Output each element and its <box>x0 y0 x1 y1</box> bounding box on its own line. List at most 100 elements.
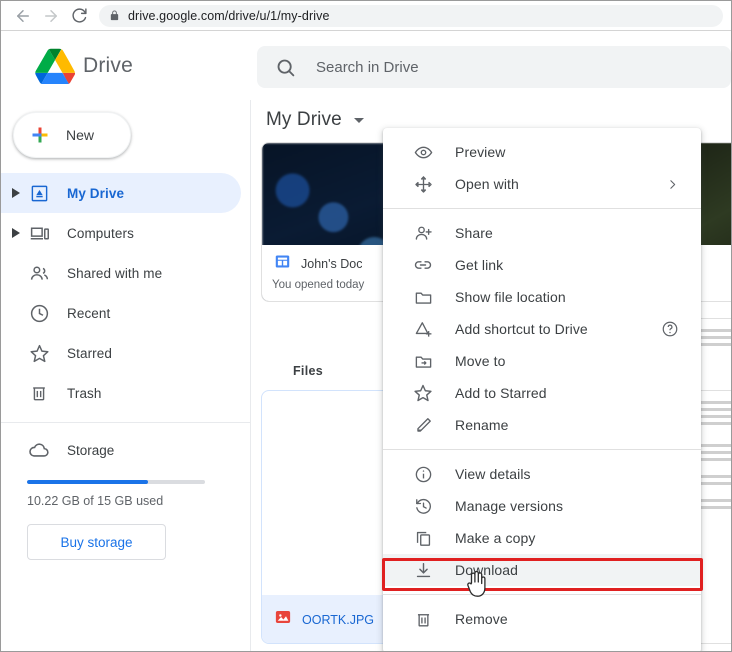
menu-item-label: Preview <box>455 144 506 160</box>
info-circle-icon <box>411 465 435 484</box>
history-icon <box>411 497 435 516</box>
help-circle-icon[interactable] <box>661 320 679 338</box>
menu-item-download[interactable]: Download <box>383 554 701 586</box>
screenshot-root: drive.google.com/drive/u/1/my-drive Driv… <box>0 0 732 652</box>
link-icon <box>411 255 435 275</box>
storage-progress-bar <box>27 480 205 484</box>
menu-item-label: Show file location <box>455 289 566 305</box>
sidebar-item-my-drive[interactable]: My Drive <box>1 173 241 213</box>
storage-link[interactable]: Storage <box>1 430 251 470</box>
menu-item-add-shortcut-to-drive[interactable]: Add shortcut to Drive <box>383 313 701 345</box>
menu-item-label: Add to Starred <box>455 385 547 401</box>
menu-item-label: Rename <box>455 417 509 433</box>
menu-item-label: Share <box>455 225 493 241</box>
trash-icon <box>411 610 435 629</box>
url-text: drive.google.com/drive/u/1/my-drive <box>128 8 330 23</box>
reload-button[interactable] <box>65 2 93 30</box>
image-file-icon <box>274 608 292 631</box>
pointing-hand-cursor <box>465 570 489 605</box>
computers-icon <box>27 223 51 244</box>
sidebar-nav: My Drive Computers Shared with me Recent… <box>1 173 251 413</box>
menu-item-label: Move to <box>455 353 506 369</box>
star-icon <box>27 343 51 364</box>
sidebar-divider <box>1 422 251 423</box>
browser-toolbar: drive.google.com/drive/u/1/my-drive <box>1 1 731 31</box>
storage-usage-text: 10.22 GB of 15 GB used <box>27 494 164 508</box>
chevron-right-icon <box>666 178 679 191</box>
search-icon <box>275 57 296 78</box>
trash-icon <box>27 383 51 403</box>
copy-icon <box>411 529 435 548</box>
lock-icon <box>109 10 120 21</box>
menu-item-view-details[interactable]: View details <box>383 458 701 490</box>
card-file-name: OORTK.JPG <box>302 612 375 627</box>
menu-divider <box>383 594 701 595</box>
search-placeholder: Search in Drive <box>316 58 419 76</box>
eye-icon <box>411 143 435 162</box>
sidebar-label: Starred <box>67 345 112 361</box>
menu-item-remove[interactable]: Remove <box>383 603 701 635</box>
new-button-label: New <box>66 127 95 143</box>
plus-icon <box>30 125 50 145</box>
drive-header: Drive Search in Drive <box>1 32 731 100</box>
sidebar-item-computers[interactable]: Computers <box>1 213 241 253</box>
search-input[interactable]: Search in Drive <box>257 46 731 88</box>
menu-item-label: Remove <box>455 611 508 627</box>
menu-item-add-to-starred[interactable]: Add to Starred <box>383 377 701 409</box>
menu-item-preview[interactable]: Preview <box>383 136 701 168</box>
star-icon <box>411 383 435 403</box>
context-menu[interactable]: Preview Open with Share Get link Show fi… <box>383 128 701 651</box>
chevron-down-icon[interactable] <box>353 117 364 123</box>
add-shortcut-icon <box>411 320 435 339</box>
menu-item-move-to[interactable]: Move to <box>383 345 701 377</box>
buy-storage-button[interactable]: Buy storage <box>27 524 166 560</box>
menu-item-open-with[interactable]: Open with <box>383 168 701 200</box>
forward-button[interactable] <box>37 2 65 30</box>
expand-arrow-icon[interactable] <box>9 188 23 198</box>
menu-item-label: Get link <box>455 257 504 273</box>
page-title-row[interactable]: My Drive <box>266 109 364 131</box>
cloud-icon <box>27 439 51 461</box>
sidebar-item-starred[interactable]: Starred <box>1 333 241 373</box>
card-file-name: John's Doc <box>301 257 363 271</box>
storage-label: Storage <box>67 442 115 458</box>
new-button[interactable]: New <box>13 112 131 158</box>
sidebar-label: Shared with me <box>67 265 163 281</box>
person-add-icon <box>411 224 435 243</box>
storage-section: Storage 10.22 GB of 15 GB used Buy stora… <box>1 430 251 560</box>
menu-item-rename[interactable]: Rename <box>383 409 701 441</box>
shared-with-me-icon <box>27 263 51 284</box>
menu-divider <box>383 449 701 450</box>
menu-item-share[interactable]: Share <box>383 217 701 249</box>
menu-item-label: Add shortcut to Drive <box>455 321 588 337</box>
download-icon <box>411 561 435 580</box>
sidebar: New My Drive Computers Shared with me Re… <box>1 100 251 651</box>
sidebar-label: Computers <box>67 225 134 241</box>
buy-storage-label: Buy storage <box>60 534 133 550</box>
expand-arrow-icon[interactable] <box>9 228 23 238</box>
folder-icon <box>411 288 435 307</box>
menu-item-show-file-location[interactable]: Show file location <box>383 281 701 313</box>
menu-item-make-a-copy[interactable]: Make a copy <box>383 522 701 554</box>
brand-title: Drive <box>83 53 134 77</box>
files-section-label: Files <box>293 364 323 378</box>
sidebar-label: Recent <box>67 305 111 321</box>
sidebar-label: Trash <box>67 385 102 401</box>
menu-item-label: View details <box>455 466 531 482</box>
sidebar-label: My Drive <box>67 185 125 201</box>
pencil-icon <box>411 416 435 435</box>
sidebar-item-trash[interactable]: Trash <box>1 373 241 413</box>
back-button[interactable] <box>9 2 37 30</box>
menu-item-label: Manage versions <box>455 498 564 514</box>
storage-progress-fill <box>27 480 149 484</box>
my-drive-icon <box>27 184 51 203</box>
menu-item-label: Open with <box>455 176 519 192</box>
menu-divider <box>383 208 701 209</box>
sidebar-item-recent[interactable]: Recent <box>1 293 241 333</box>
clock-icon <box>27 303 51 324</box>
open-with-icon <box>411 175 435 194</box>
sidebar-item-shared-with-me[interactable]: Shared with me <box>1 253 241 293</box>
menu-item-get-link[interactable]: Get link <box>383 249 701 281</box>
menu-item-manage-versions[interactable]: Manage versions <box>383 490 701 522</box>
address-bar[interactable]: drive.google.com/drive/u/1/my-drive <box>99 4 723 27</box>
